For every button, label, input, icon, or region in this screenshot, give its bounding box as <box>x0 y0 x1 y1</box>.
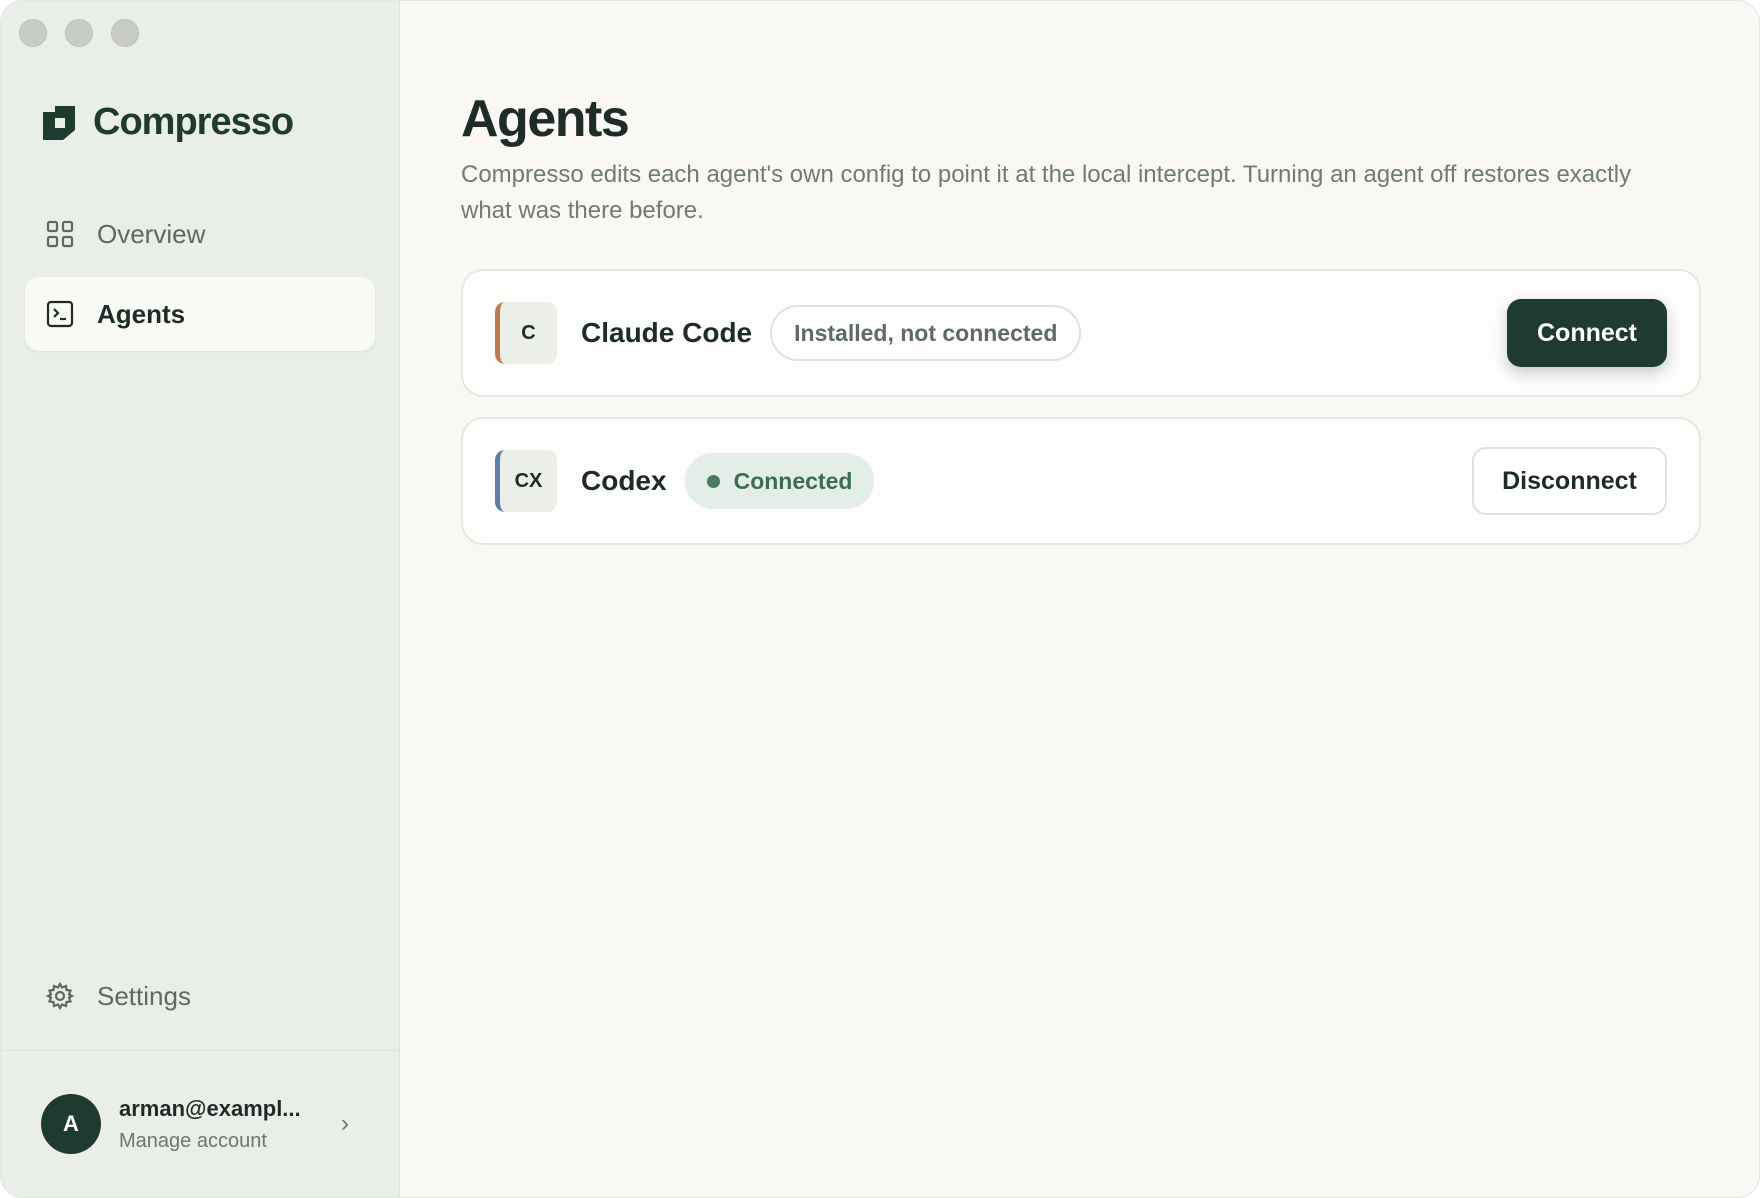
sidebar-item-overview[interactable]: Overview <box>25 197 375 271</box>
minimize-window-button[interactable] <box>65 19 93 47</box>
account-menu[interactable]: A arman@exampl... Manage account › <box>1 1050 400 1197</box>
status-label: Installed, not connected <box>794 319 1058 346</box>
agent-card-codex: CX Codex Connected Disconnect <box>461 417 1701 545</box>
sidebar-nav: Overview Agents <box>25 197 375 357</box>
manage-account-label: Manage account <box>119 1129 267 1152</box>
sidebar-item-agents[interactable]: Agents <box>25 277 375 351</box>
agent-name: Claude Code <box>581 317 753 348</box>
chevron-right-icon: › <box>341 1110 349 1137</box>
page-description: Compresso edits each agent's own config … <box>461 161 1632 224</box>
sidebar-item-label: Agents <box>97 298 186 329</box>
app-name: Compresso <box>93 101 294 143</box>
terminal-icon <box>45 299 75 329</box>
agent-badge: C <box>495 302 557 364</box>
app-window: Compresso Overview Agents Settings A arm… <box>0 0 1760 1198</box>
main-content: Agents Compresso edits each agent's own … <box>400 1 1759 1197</box>
page-title: Agents <box>461 90 630 148</box>
sidebar-item-settings[interactable]: Settings <box>25 959 375 1033</box>
status-dot-icon <box>706 474 720 488</box>
settings-label: Settings <box>97 980 191 1011</box>
avatar: A <box>41 1094 101 1154</box>
status-label: Connected <box>733 467 853 494</box>
close-window-button[interactable] <box>19 19 47 47</box>
account-email: arman@exampl... <box>119 1095 301 1121</box>
status-badge: Installed, not connected <box>770 305 1082 361</box>
sidebar: Compresso Overview Agents Settings A arm… <box>1 1 400 1197</box>
compresso-logo-icon <box>43 105 75 140</box>
zoom-window-button[interactable] <box>111 19 139 47</box>
agent-name: Codex <box>581 465 667 496</box>
status-badge: Connected <box>684 453 875 509</box>
grid-icon <box>45 219 75 249</box>
disconnect-button[interactable]: Disconnect <box>1472 447 1667 515</box>
sidebar-item-label: Overview <box>97 218 206 249</box>
gear-icon <box>45 981 75 1011</box>
connect-button[interactable]: Connect <box>1507 299 1667 367</box>
brand: Compresso <box>41 101 294 144</box>
window-controls <box>19 19 139 47</box>
account-text: arman@exampl... Manage account <box>119 1096 319 1153</box>
agent-card-claude-code: C Claude Code Installed, not connected C… <box>461 269 1701 397</box>
agent-badge: CX <box>495 450 557 512</box>
